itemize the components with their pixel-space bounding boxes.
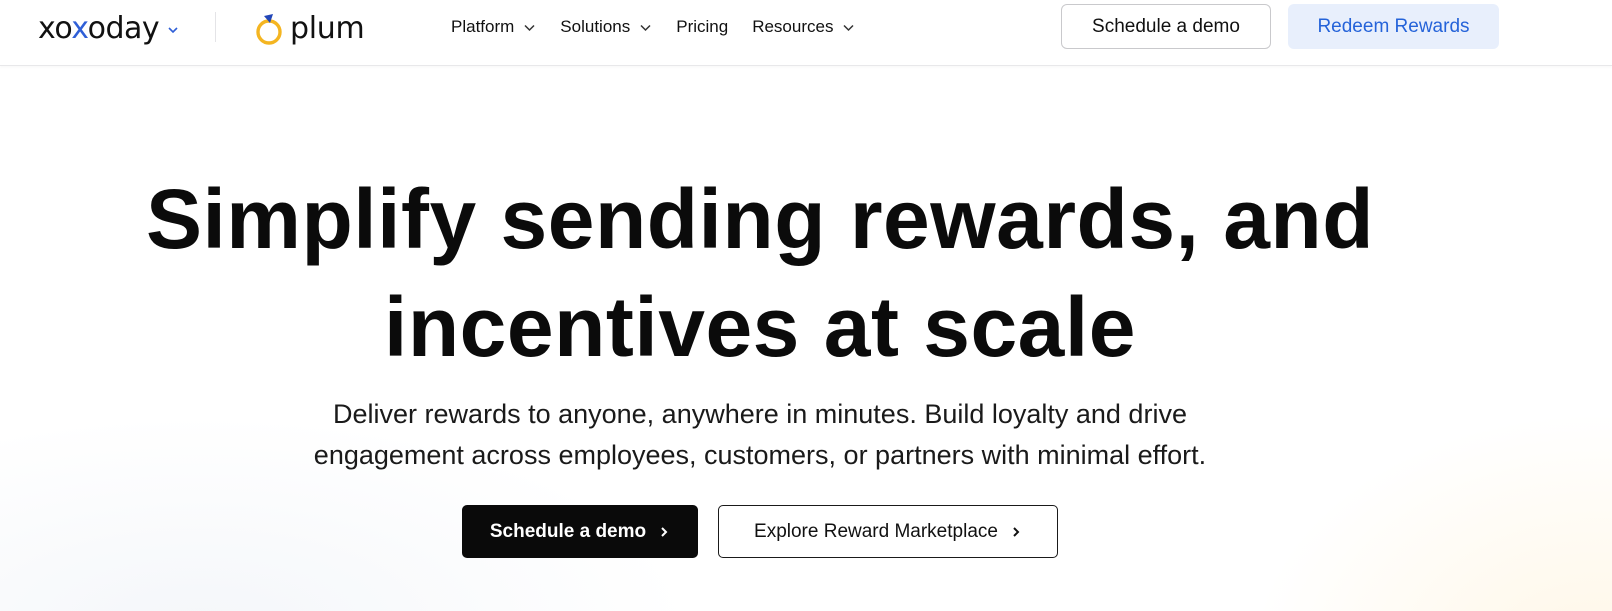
hero-title-line-1: Simplify sending rewards, and	[145, 172, 1375, 266]
hero-subtitle: Deliver rewards to anyone, anywhere in m…	[160, 394, 1360, 476]
chevron-down-icon	[640, 24, 651, 31]
nav-item-label: Pricing	[676, 17, 729, 36]
nav-item-label: Platform	[451, 17, 515, 36]
nav-item-pricing[interactable]: Pricing	[676, 17, 728, 37]
cta-label: Schedule a demo	[489, 520, 647, 542]
hero-title-line-2: incentives at scale	[384, 280, 1136, 374]
chevron-right-icon	[661, 526, 668, 537]
chevron-down-icon	[168, 27, 178, 34]
brand-divider	[215, 12, 216, 42]
redeem-rewards-button[interactable]: Redeem Rewards	[1288, 4, 1499, 49]
cta-label: Explore Reward Marketplace	[754, 520, 998, 542]
top-navigation-bar: xoxoday plum Platform Solutions Pricing …	[0, 0, 1612, 66]
hero-title: Simplify sending rewards, and incentives…	[60, 165, 1460, 381]
nav-item-solutions[interactable]: Solutions	[560, 17, 652, 37]
plum-logo-wordmark: plum	[290, 10, 365, 46]
main-nav: Platform Solutions Pricing Resources	[451, 14, 855, 40]
xoxoday-brand-switcher[interactable]: xoxoday	[38, 8, 179, 48]
chevron-right-icon	[1013, 526, 1020, 537]
nav-item-label: Solutions	[560, 17, 631, 36]
plum-brand-link[interactable]: plum	[253, 8, 365, 48]
hero-subtitle-line-1: Deliver rewards to anyone, anywhere in m…	[333, 399, 1187, 429]
chevron-down-icon	[843, 24, 854, 31]
nav-item-platform[interactable]: Platform	[451, 17, 536, 37]
nav-item-label: Resources	[752, 17, 834, 36]
explore-reward-marketplace-button[interactable]: Explore Reward Marketplace	[718, 505, 1058, 558]
nav-item-resources[interactable]: Resources	[752, 17, 855, 37]
schedule-demo-cta-button[interactable]: Schedule a demo	[462, 505, 698, 558]
hero-subtitle-line-2: engagement across employees, customers, …	[313, 440, 1207, 470]
chevron-down-icon	[524, 24, 535, 31]
schedule-demo-header-button[interactable]: Schedule a demo	[1061, 4, 1271, 49]
xoxoday-logo: xoxoday	[38, 10, 160, 46]
plum-logo-icon	[256, 14, 282, 45]
